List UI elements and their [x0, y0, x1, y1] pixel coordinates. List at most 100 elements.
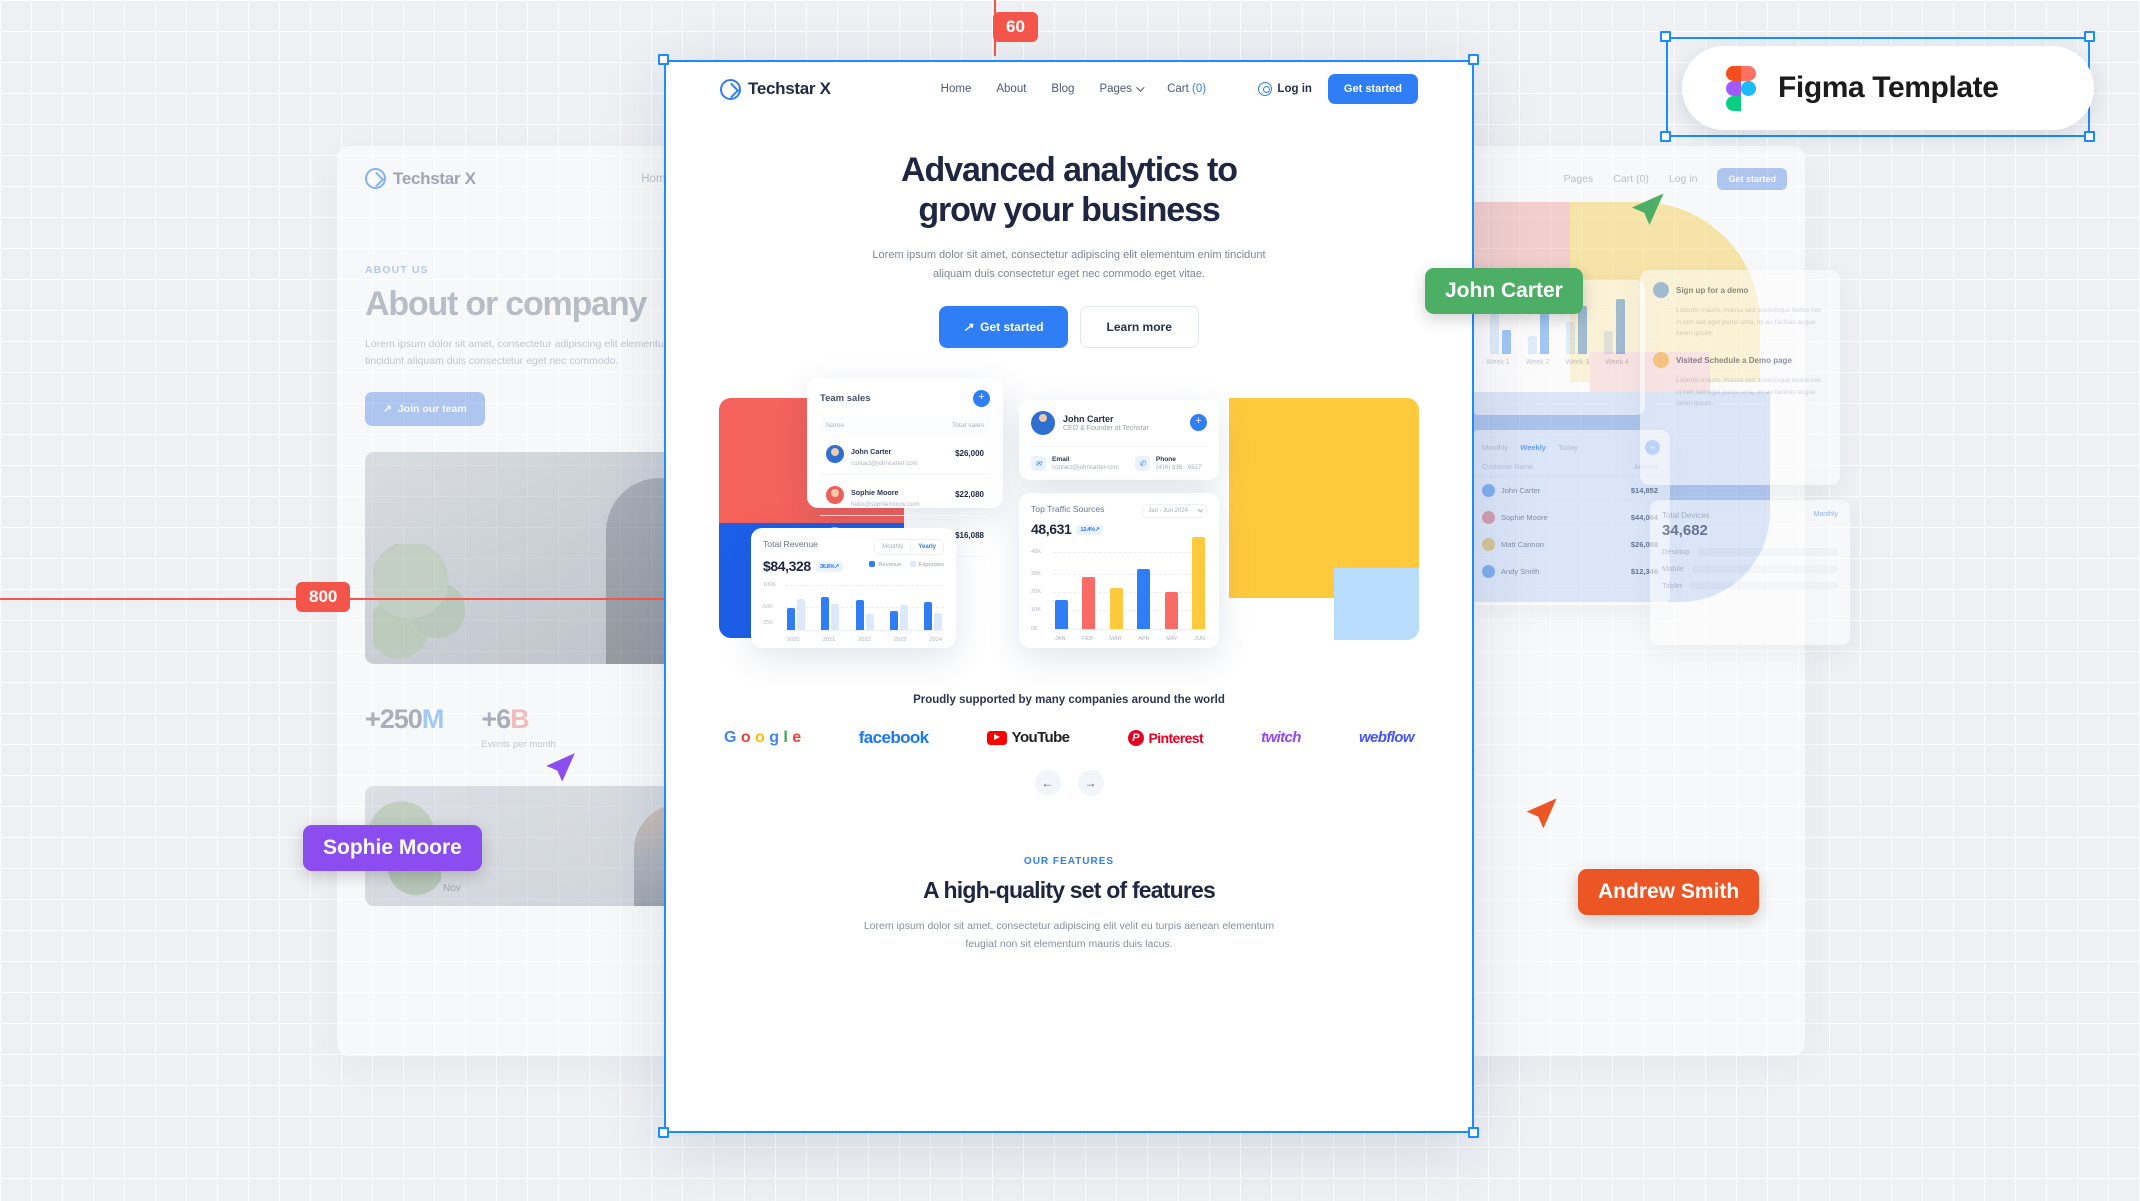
techstar-logo-icon [720, 78, 741, 100]
traffic-bars [1055, 536, 1205, 629]
tab-today[interactable]: Today [1558, 443, 1578, 452]
resize-handle-top-left[interactable] [1660, 31, 1671, 42]
resize-handle-bottom-right[interactable] [2084, 131, 2095, 142]
profile-role: CEO & Founder at Techstar [1063, 424, 1149, 432]
date-range-value: Jan - Jun 2024 [1148, 507, 1188, 514]
resize-handle-top-left[interactable] [658, 54, 669, 65]
collaborator-label-andrew-smith: Andrew Smith [1578, 869, 1760, 915]
tab-monthly[interactable]: Monthly [1482, 443, 1508, 452]
right-nav-item-pages[interactable]: Pages [1564, 173, 1594, 185]
devices-title: Total Devices [1662, 511, 1710, 520]
stat-label: Events per month [481, 739, 556, 751]
center-logo[interactable]: Techstar X [720, 78, 831, 100]
avatar [1482, 511, 1495, 524]
devices-header: Total Devices 34,682 Monthly [1650, 500, 1850, 539]
figma-canvas[interactable]: Techstar X Home About ABOUT US About or … [0, 0, 2140, 1201]
shape-light-blue [1334, 567, 1419, 640]
carousel-next-button[interactable]: → [1077, 769, 1104, 796]
device-row: Tablet [1650, 573, 1850, 590]
date-range-select[interactable]: Jan - Jun 2024 [1142, 503, 1207, 518]
dim-badge-60: 60 [993, 12, 1038, 42]
add-icon[interactable]: + [973, 389, 990, 407]
left-page-body: Lorem ipsum dolor sit amet, consectetur … [365, 337, 699, 368]
right-nav-item-login[interactable]: Log in [1669, 173, 1698, 185]
resize-handle-top-right[interactable] [1468, 54, 1479, 65]
phone-label: Phone [1155, 455, 1176, 463]
toggle-monthly[interactable]: Monthly [875, 540, 910, 554]
nav-item-pages[interactable]: Pages [1099, 83, 1145, 95]
tab-weekly[interactable]: Weekly [1520, 443, 1546, 452]
cursor-sophie-moore [546, 753, 575, 782]
revenue-legend: Revenue Expenses [869, 560, 944, 568]
avatar [1482, 565, 1495, 578]
chevron-down-icon [1197, 506, 1204, 513]
revenue-period-toggle[interactable]: Monthly Yearly [874, 538, 944, 555]
revenue-header: Total Revenue Monthly Yearly [763, 538, 944, 555]
selected-page-home[interactable]: Techstar X Home About Blog Pages Cart (0… [664, 60, 1474, 1133]
revenue-title: Total Revenue [763, 538, 818, 549]
nav-item-blog[interactable]: Blog [1051, 83, 1074, 95]
avatar [826, 485, 844, 504]
member-info: John Carter contact@johncarter.com [851, 441, 918, 467]
member-name: Sophie Moore [851, 487, 899, 497]
device-row: Desktop [1650, 539, 1850, 556]
member-info: Sophie Moore hello@sophiemoore.com [851, 482, 920, 508]
axis-tick: Week 4 [1605, 359, 1629, 366]
device-label: Mobile [1662, 564, 1685, 573]
twitch-logo: twitch [1261, 729, 1301, 747]
right-activity-card: Sign up for a demo Lobortis mauris, mass… [1640, 270, 1840, 485]
center-nav-links: Home About Blog Pages Cart (0) [941, 83, 1206, 95]
profile-identity: John Carter CEO & Founder at Techstar [1063, 414, 1149, 432]
nav-item-cart[interactable]: Cart (0) [1167, 83, 1206, 95]
right-nav-item-cart[interactable]: Cart (0) [1613, 173, 1649, 185]
user-icon [1258, 82, 1273, 96]
figma-template-pill[interactable]: Figma Template [1682, 46, 2094, 130]
techstar-logo-icon [365, 168, 386, 189]
activity-title: Visited Schedule a Demo page [1676, 355, 1792, 365]
join-our-team-label: Join our team [397, 403, 467, 416]
activity-body: Lobortis mauris, massa sed scelerisque l… [1676, 307, 1822, 338]
y-tick: 48K [1031, 548, 1041, 555]
stat-value: +250M [365, 704, 444, 735]
col-total-sales: Total sales [951, 421, 984, 429]
customer-name: Sophie Moore [1501, 513, 1548, 522]
resize-handle-bottom-right[interactable] [1468, 1127, 1479, 1138]
flag-icon [1653, 282, 1669, 298]
revenue-x-labels: 2020 2021 2022 2023 2024 [787, 637, 942, 643]
table-row: Andy Smith $12,346 [1470, 558, 1670, 585]
hero-learn-more-button[interactable]: Learn more [1079, 305, 1199, 348]
hero-get-started-button[interactable]: ↗ Get started [939, 305, 1068, 348]
avatar [1482, 538, 1495, 551]
activity-title-row: Sign up for a demo [1653, 282, 1827, 298]
col-customer-name: Customer Name [1482, 464, 1533, 471]
dim-badge-800: 800 [296, 582, 351, 612]
add-icon[interactable]: + [1190, 414, 1207, 432]
resize-handle-bottom-left[interactable] [658, 1127, 669, 1138]
profile-header: John Carter CEO & Founder at Techstar + [1031, 410, 1207, 435]
table-row: John Carter $14,852 [1470, 477, 1670, 504]
carousel-prev-button[interactable]: ← [1034, 769, 1061, 796]
profile-contact-row: ✉ Email contact@johncarter.com ✆ Phone (… [1031, 445, 1207, 471]
resize-handle-top-right[interactable] [2084, 31, 2095, 42]
nav-item-home[interactable]: Home [941, 83, 972, 95]
figma-logo-icon [1726, 65, 1756, 111]
x-tick: APR [1138, 635, 1150, 642]
resize-handle-bottom-left[interactable] [1660, 131, 1671, 142]
right-get-started-button[interactable]: Get started [1717, 168, 1787, 190]
profile-phone: ✆ Phone (416) 836 - 6527 [1134, 455, 1202, 471]
member-email: hello@sophiemoore.com [851, 500, 920, 508]
devices-toggle[interactable]: Monthly [1813, 511, 1838, 518]
member-sales: $16,088 [955, 531, 984, 541]
customer-name: Andy Smith [1501, 567, 1540, 576]
left-page-logo[interactable]: Techstar X [365, 168, 476, 189]
login-button[interactable]: Log in [1258, 82, 1312, 96]
nav-item-about[interactable]: About [996, 83, 1026, 95]
member-sales: $26,000 [955, 449, 984, 459]
traffic-header: Top Traffic Sources Jan - Jun 2024 [1031, 503, 1207, 518]
get-started-button[interactable]: Get started [1327, 74, 1418, 104]
join-our-team-button[interactable]: ↗ Join our team [365, 392, 485, 427]
revenue-bars [787, 583, 942, 630]
avatar [826, 444, 844, 463]
youtube-logo: YouTube [986, 729, 1070, 746]
toggle-yearly[interactable]: Yearly [910, 539, 943, 554]
